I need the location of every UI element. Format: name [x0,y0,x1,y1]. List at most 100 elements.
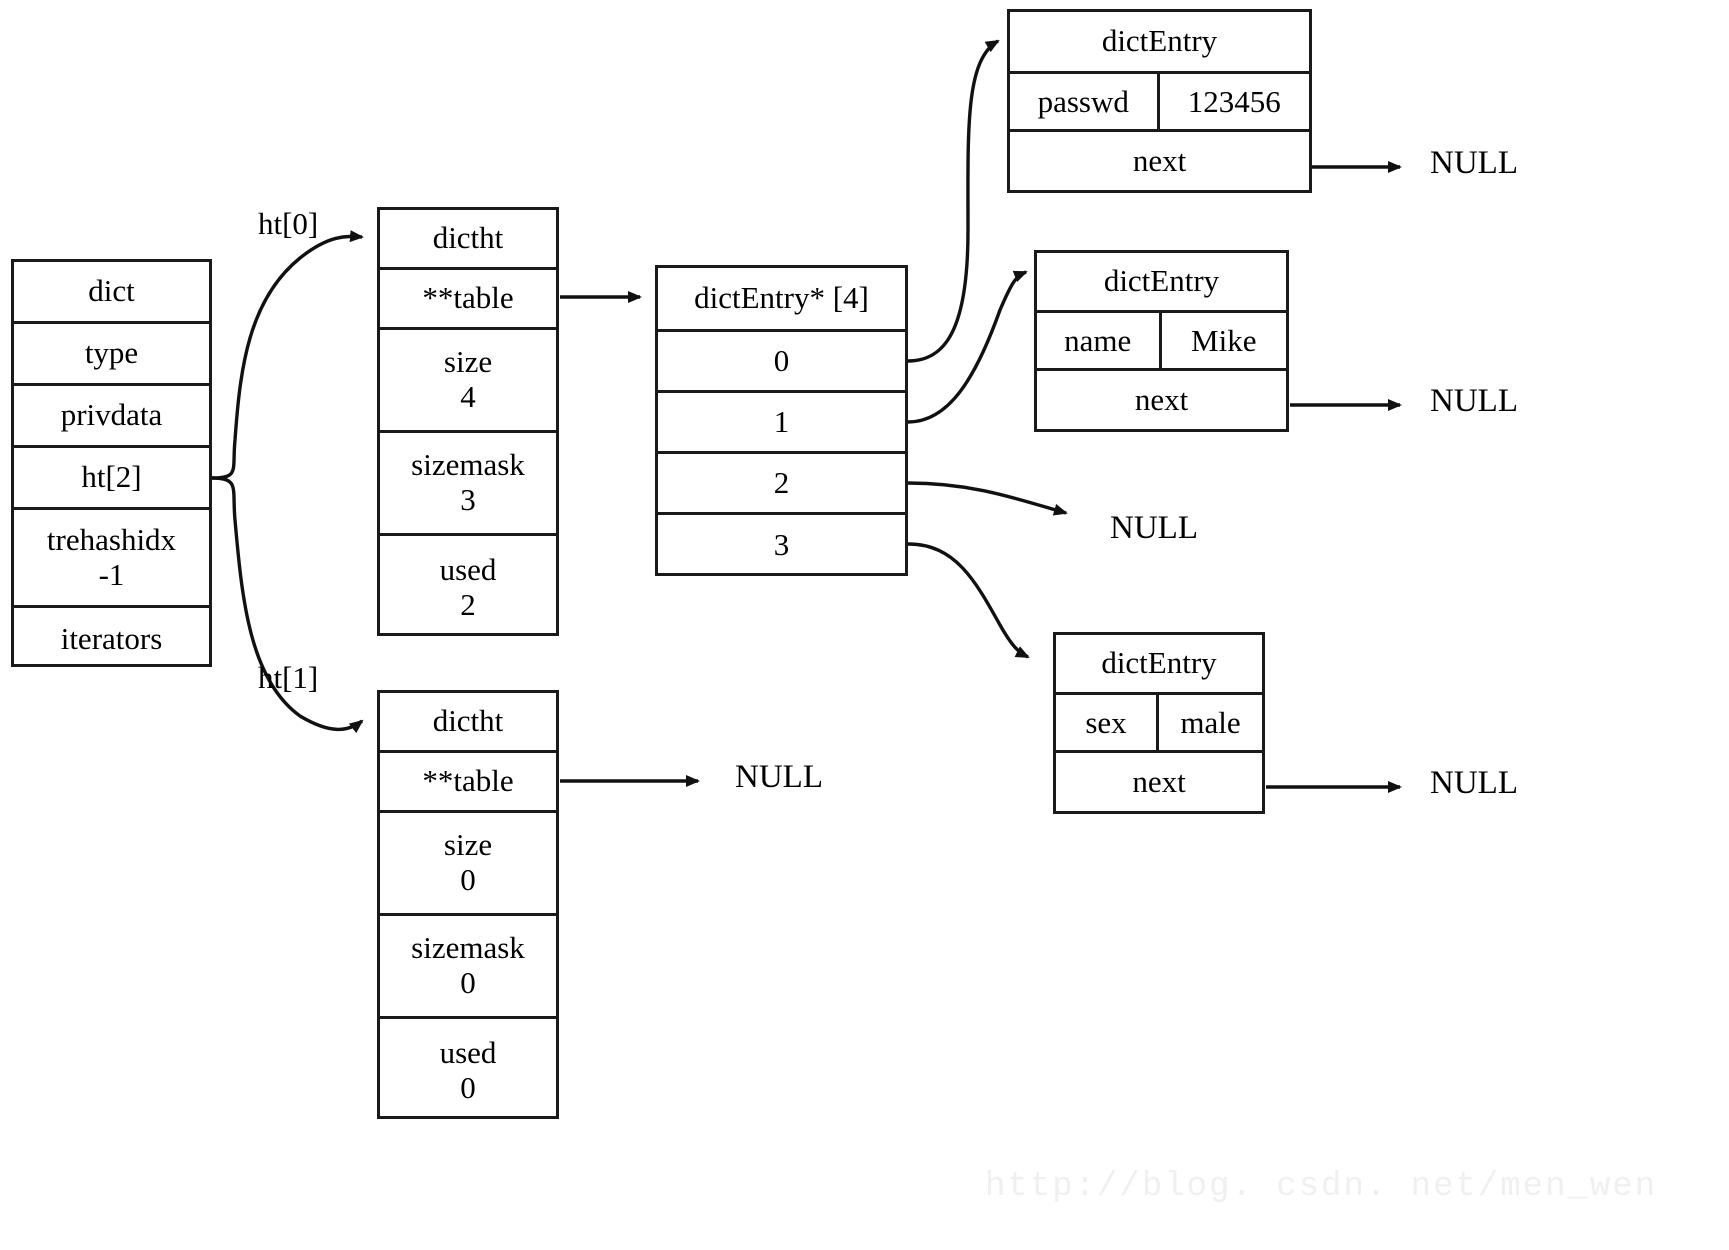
bucket-array-slot-0-label: 0 [773,342,790,378]
dict-field-type-label: type [84,335,139,371]
dict-entry-sex-header-label: dictEntry [1101,645,1217,681]
dictht0-field-size-value: 4 [460,379,476,414]
bucket-array-slot-1-label: 1 [773,403,790,439]
dict-entry-sex-box: dictEntry sex male next [1053,632,1265,814]
dictht0-field-table-label: **table [422,280,514,316]
bucket-array-slot-1: 1 [658,393,905,454]
dictht1-field-used: used 0 [380,1019,556,1122]
dict-field-trehashidx-value: -1 [98,556,125,592]
dict-entry-sex-kv-row: sex male [1056,695,1262,753]
dict-entry-passwd-next-row: next [1010,132,1309,190]
wire-bucket0-to-entry-passwd [907,39,1000,363]
dict-field-trehashidx-label: trehashidx [46,521,177,557]
dict-entry-name-header-label: dictEntry [1103,263,1220,299]
dict-struct-box: dict type privdata ht[2] trehashidx -1 i… [11,259,212,667]
dict-entry-passwd-box: dictEntry passwd 123456 next [1007,9,1312,193]
dict-entry-sex-key: sex [1056,695,1159,750]
dictht1-field-sizemask: sizemask 0 [380,916,556,1019]
dictht0-field-sizemask-label: sizemask [411,447,525,483]
dictht0-field-used: used 2 [380,536,556,639]
dict-entry-passwd-header-row: dictEntry [1010,12,1309,74]
null-passwd-next: NULL [1430,145,1518,182]
dictht1-field-sizemask-value: 0 [460,965,476,1000]
bucket-array-slot-3: 3 [658,515,905,576]
wire-bucket1-to-entry-name [907,270,1028,424]
dict-entry-name-next-label: next [1134,381,1189,417]
dict-entry-name-key: name [1037,313,1162,368]
null-ht1-table-text: NULL [735,759,823,795]
dict-field-type: type [14,324,209,386]
dictht0-field-size: size 4 [380,330,556,433]
null-bucket2-text: NULL [1110,510,1198,546]
dict-entry-sex-value: male [1180,704,1241,740]
dictht0-field-size-label: size [443,344,493,380]
dict-field-iterators-label: iterators [60,620,163,656]
dict-entry-passwd-header-label: dictEntry [1101,23,1218,59]
dictht0-field-sizemask: sizemask 3 [380,433,556,536]
null-name-next-text: NULL [1430,383,1518,419]
null-sex-next-text: NULL [1430,765,1518,801]
dictht0-field-used-value: 2 [460,586,476,622]
dict-entry-name-header-row: dictEntry [1037,253,1286,313]
dictht1-header-label: dictht [432,703,504,739]
null-passwd-next-text: NULL [1430,145,1518,181]
dict-entry-name-value: Mike [1191,322,1257,358]
bucket-array-header-row: dictEntry* [4] [658,268,905,332]
edge-label-ht0-text: ht[0] [258,206,319,241]
dictht0-header-row: dictht [380,210,556,270]
diagram-canvas: dict type privdata ht[2] trehashidx -1 i… [0,0,1729,1250]
bucket-array-header-label: dictEntry* [4] [694,280,869,316]
edge-label-ht0: ht[0] [258,206,318,242]
dictht1-header-row: dictht [380,693,556,753]
dictht1-field-size: size 0 [380,813,556,916]
dict-field-ht-label: ht[2] [81,459,142,495]
dict-field-trehashidx: trehashidx -1 [14,510,209,608]
edge-label-ht1: ht[1] [258,660,318,696]
null-ht1-table: NULL [735,759,823,796]
dictht1-field-size-label: size [443,827,493,863]
dict-entry-sex-next-label: next [1132,763,1186,799]
null-bucket2: NULL [1110,510,1198,547]
bucket-array-box: dictEntry* [4] 0 1 2 3 [655,265,908,576]
dict-field-privdata-label: privdata [60,397,163,433]
null-sex-next: NULL [1430,765,1518,802]
dictht1-field-size-value: 0 [460,862,476,897]
watermark: http://blog. csdn. net/men_wen [985,1168,1657,1206]
dict-entry-passwd-next-label: next [1132,142,1187,178]
dict-entry-sex-next-row: next [1056,753,1262,811]
bucket-array-slot-3-label: 3 [773,527,790,563]
dict-entry-sex-header-row: dictEntry [1056,635,1262,695]
dict-entry-passwd-value: 123456 [1187,83,1281,119]
connector-wires [211,39,1402,793]
wire-ht0 [211,230,364,480]
bucket-array-slot-2: 2 [658,454,905,515]
dict-header-label: dict [88,273,135,309]
dictht1-field-used-value: 0 [460,1069,476,1105]
wire-bucket2-to-null [907,481,1068,516]
dict-entry-name-box: dictEntry name Mike next [1034,250,1289,432]
dictht0-field-table: **table [380,270,556,330]
watermark-text: http://blog. csdn. net/men_wen [985,1168,1658,1206]
dict-field-ht: ht[2] [14,448,209,510]
dict-entry-name-kv-row: name Mike [1037,313,1286,371]
edge-label-ht1-text: ht[1] [258,660,319,695]
dict-entry-passwd-kv-row: passwd 123456 [1010,74,1309,132]
dictht1-struct-box: dictht **table size 0 sizemask 0 used 0 [377,690,559,1119]
dict-field-privdata: privdata [14,386,209,448]
dictht1-field-used-label: used [439,1034,497,1070]
wire-bucket3-to-entry-sex [907,542,1030,659]
dictht1-field-table-label: **table [422,763,514,799]
dict-field-iterators: iterators [14,608,209,670]
bucket-array-slot-2-label: 2 [773,464,790,500]
dictht0-header-label: dictht [432,220,504,256]
dictht1-field-sizemask-label: sizemask [411,930,525,966]
dict-entry-passwd-key: passwd [1010,74,1160,129]
dict-header-row: dict [14,262,209,324]
dictht0-field-used-label: used [439,551,497,587]
dictht0-field-sizemask-value: 3 [460,482,476,517]
dictht0-struct-box: dictht **table size 4 sizemask 3 used 2 [377,207,559,636]
bucket-array-slot-0: 0 [658,332,905,393]
null-name-next: NULL [1430,383,1518,420]
dictht1-field-table: **table [380,753,556,813]
dict-entry-name-next-row: next [1037,371,1286,429]
